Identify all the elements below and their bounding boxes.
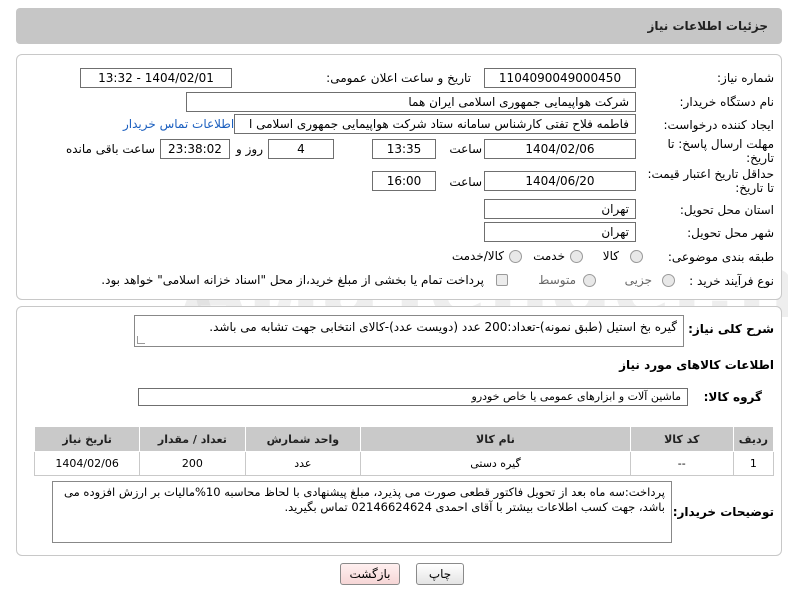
delivery-province-field[interactable]: تهران xyxy=(484,199,636,219)
price-validity-label-date: تا تاریخ: xyxy=(735,181,774,195)
cell-unit: عدد xyxy=(244,451,362,476)
requester-field[interactable]: فاطمه فلاح تفتی کارشناس سامانه ستاد شرکت… xyxy=(234,114,636,134)
purchase-radio-medium[interactable] xyxy=(583,274,596,287)
remaining-time-field[interactable]: 23:38:02 xyxy=(160,139,230,159)
delivery-province-label: استان محل تحویل: xyxy=(679,203,774,217)
category-option-both: کالا/خدمت xyxy=(451,249,504,263)
requester-label: ایجاد کننده درخواست: xyxy=(663,118,774,132)
treasury-payment-checkbox[interactable] xyxy=(496,274,508,286)
col-header-quantity: تعداد / مقدار xyxy=(139,426,246,452)
price-validity-time-label: ساعت xyxy=(449,175,482,189)
print-button[interactable]: چاپ xyxy=(416,563,464,585)
buyer-contact-link[interactable]: اطلاعات تماس خریدار xyxy=(123,117,234,131)
description-label: شرح کلی نیاز: xyxy=(688,322,774,336)
delivery-city-label: شهر محل تحویل: xyxy=(687,226,774,240)
response-deadline-label: مهلت ارسال پاسخ: تا xyxy=(667,137,774,151)
response-time-label: ساعت xyxy=(449,142,482,156)
back-button[interactable]: بازگشت xyxy=(340,563,400,585)
purchase-option-minor: جزیی xyxy=(624,273,652,287)
cell-row-number: 1 xyxy=(732,451,775,476)
price-validity-label: حداقل تاریخ اعتبار قیمت: xyxy=(647,167,774,181)
col-header-unit: واحد شمارش xyxy=(244,426,362,452)
response-time-field[interactable]: 13:35 xyxy=(372,139,436,159)
goods-group-field[interactable]: ماشین آلات و ابزارهای عمومی یا خاص خودرو xyxy=(138,388,688,406)
table-row[interactable]: 1 -- گیره دستی عدد 200 1404/02/06 xyxy=(33,451,775,476)
page-header: جزئیات اطلاعات نیاز xyxy=(16,8,782,44)
announce-datetime-field[interactable]: 1404/02/01 - 13:32 xyxy=(80,68,232,88)
table-header-row: ردیف کد کالا نام کالا واحد شمارش تعداد /… xyxy=(33,426,775,452)
description-textarea[interactable]: گیره بخ استیل (طبق نمونه)-تعداد:200 عدد … xyxy=(134,315,684,347)
days-label: روز و xyxy=(236,142,263,156)
announce-datetime-label: تاریخ و ساعت اعلان عمومی: xyxy=(326,71,471,85)
col-header-name: نام کالا xyxy=(360,426,631,452)
category-option-goods: کالا xyxy=(602,249,619,263)
buyer-org-label: نام دستگاه خریدار: xyxy=(679,95,775,109)
category-option-service: خدمت xyxy=(533,249,565,263)
treasury-payment-text: پرداخت تمام یا بخشی از مبلغ خرید،از محل … xyxy=(101,273,484,287)
items-table: ردیف کد کالا نام کالا واحد شمارش تعداد /… xyxy=(33,426,775,476)
need-number-label: شماره نیاز: xyxy=(717,71,774,85)
buyer-notes-label: توضیحات خریدار: xyxy=(672,505,774,519)
response-deadline-label-date: تاریخ: xyxy=(746,151,774,165)
goods-section-title: اطلاعات کالاهای مورد نیاز xyxy=(619,358,774,372)
price-validity-time-field[interactable]: 16:00 xyxy=(372,171,436,191)
col-header-code: کد کالا xyxy=(629,426,734,452)
category-radio-goods[interactable] xyxy=(630,250,643,263)
days-field[interactable]: 4 xyxy=(268,139,334,159)
buyer-notes-textarea[interactable]: پرداخت:سه ماه بعد از تحویل فاکتور قطعی ص… xyxy=(52,481,672,543)
cell-quantity: 200 xyxy=(139,451,246,476)
buyer-notes-text: پرداخت:سه ماه بعد از تحویل فاکتور قطعی ص… xyxy=(64,485,665,514)
purchase-radio-minor[interactable] xyxy=(662,274,675,287)
purchase-type-label: نوع فرآیند خرید : xyxy=(689,274,774,288)
category-label: طبقه بندی موضوعی: xyxy=(667,250,774,264)
goods-group-label: گروه کالا: xyxy=(703,390,762,404)
category-radio-both[interactable] xyxy=(509,250,522,263)
need-number-field[interactable]: 1104090049000450 xyxy=(484,68,636,88)
category-radio-service[interactable] xyxy=(570,250,583,263)
cell-name: گیره دستی xyxy=(360,451,631,476)
resize-grip-icon[interactable] xyxy=(137,336,145,344)
description-text: گیره بخ استیل (طبق نمونه)-تعداد:200 عدد … xyxy=(209,320,677,334)
response-date-field[interactable]: 1404/02/06 xyxy=(484,139,636,159)
price-validity-date-field[interactable]: 1404/06/20 xyxy=(484,171,636,191)
remaining-time-label: ساعت باقی مانده xyxy=(65,142,155,156)
col-header-need-date: تاریخ نیاز xyxy=(33,426,141,452)
purchase-option-medium: متوسط xyxy=(538,273,576,287)
page-title: جزئیات اطلاعات نیاز xyxy=(647,19,768,33)
col-header-row-number: ردیف xyxy=(732,426,775,452)
cell-need-date: 1404/02/06 xyxy=(33,451,141,476)
cell-code: -- xyxy=(629,451,734,476)
delivery-city-field[interactable]: تهران xyxy=(484,222,636,242)
buyer-org-field[interactable]: شرکت هواپیمایی جمهوری اسلامی ایران هما xyxy=(186,92,636,112)
